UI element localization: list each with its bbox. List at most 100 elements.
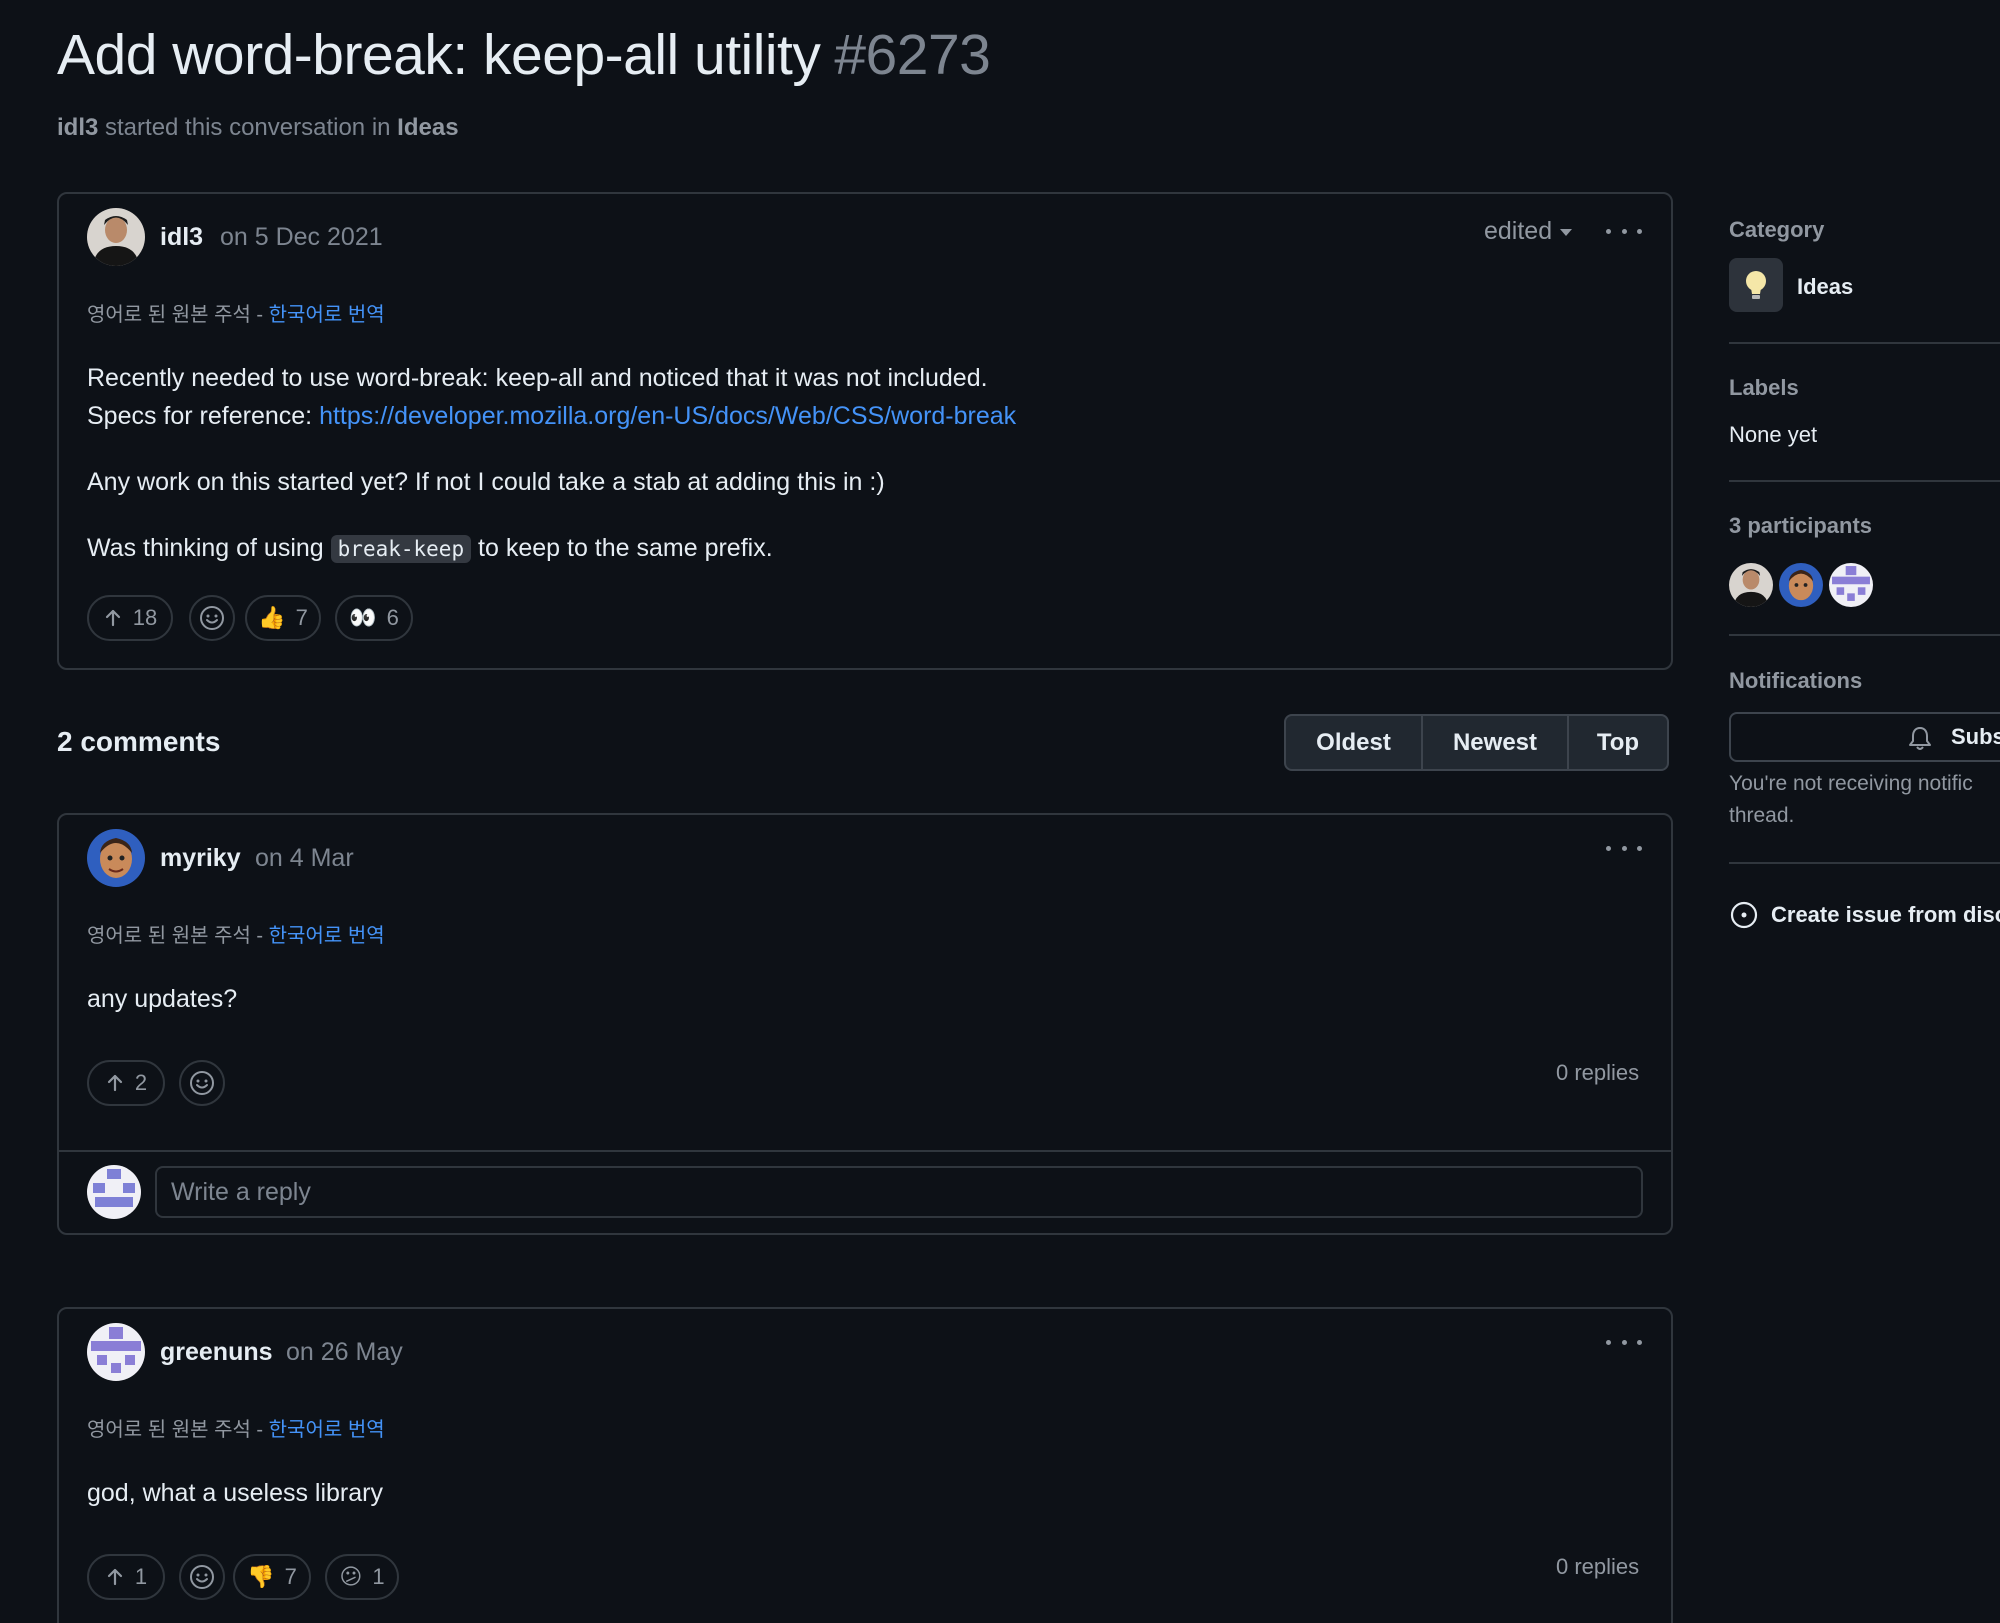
specs-label: Specs for reference: — [87, 402, 313, 430]
smiley-icon — [190, 1071, 214, 1095]
participant-avatar-idl3[interactable] — [1729, 563, 1773, 607]
sidebar-divider — [1729, 862, 2000, 864]
add-reaction-button[interactable] — [179, 1060, 225, 1106]
post-line-2: Specs for reference: https://developer.m… — [87, 397, 1016, 435]
sidebar-divider — [1729, 480, 2000, 482]
sort-top[interactable]: Top — [1567, 716, 1667, 769]
reaction-thumbs-up[interactable]: 👍 7 — [245, 595, 321, 641]
arrow-up-icon — [105, 609, 120, 627]
sort-segmented-control: Oldest Newest Top — [1284, 714, 1669, 771]
notif-text-line-1: You're not receiving notific — [1729, 772, 1973, 795]
comment-date[interactable]: on 26 May — [286, 1338, 403, 1367]
thumbs-up-emoji-icon: 👍 — [258, 605, 286, 630]
notification-status-text: You're not receiving notific thread. — [1729, 768, 1973, 832]
translate-link[interactable]: 한국어로 번역 — [269, 925, 385, 947]
reaction-confused[interactable]: 😕 1 — [325, 1554, 399, 1600]
participant-avatar-greenuns[interactable] — [1829, 563, 1873, 607]
post-line-1: Recently needed to use word-break: keep-… — [87, 364, 988, 392]
discussion-title: Add word-break: keep-all utility #6273 — [57, 22, 991, 88]
upvote-button[interactable]: 1 — [87, 1554, 165, 1600]
upvote-count: 2 — [134, 1070, 148, 1095]
current-user-avatar — [87, 1165, 141, 1219]
translation-line: 영어로 된 원본 주석 - 한국어로 번역 — [87, 919, 385, 948]
reaction-count: 1 — [372, 1564, 385, 1589]
subscribe-label: Subs — [1951, 724, 2000, 749]
specs-link[interactable]: https://developer.mozilla.org/en-US/docs… — [319, 402, 1016, 430]
sort-oldest[interactable]: Oldest — [1286, 716, 1421, 769]
comment-author[interactable]: greenuns — [160, 1338, 273, 1367]
line4-suffix: to keep to the same prefix. — [478, 534, 773, 562]
replies-count[interactable]: 0 replies — [1556, 1554, 1639, 1580]
reaction-thumbs-down[interactable]: 👎 7 — [233, 1554, 311, 1600]
add-reaction-button[interactable] — [189, 595, 235, 641]
reaction-count: 6 — [386, 605, 399, 630]
author-avatar-myriky[interactable] — [87, 829, 145, 887]
sidebar-participants-label: 3 participants — [1729, 513, 1873, 538]
eyes-emoji-icon: 👀 — [349, 605, 377, 630]
comment-date[interactable]: on 4 Mar — [255, 844, 354, 873]
more-options-icon[interactable] — [1606, 1328, 1642, 1356]
post-date[interactable]: on 5 Dec 2021 — [220, 223, 383, 252]
upvote-button[interactable]: 18 — [87, 595, 173, 641]
reaction-count: 7 — [284, 1564, 297, 1589]
post-line-3: Any work on this started yet? If not I c… — [87, 468, 885, 496]
sidebar-divider — [1729, 634, 2000, 636]
notif-text-line-2: thread. — [1729, 804, 1795, 827]
reply-bar: Write a reply — [59, 1150, 1671, 1233]
translation-line: 영어로 된 원본 주석 - 한국어로 번역 — [87, 298, 385, 327]
line4-prefix: Was thinking of using — [87, 534, 324, 562]
create-issue-label: Create issue from disc — [1771, 902, 2000, 927]
smiley-icon — [190, 1565, 214, 1589]
more-options-icon[interactable] — [1606, 834, 1642, 862]
subtitle-text: started this conversation in — [105, 114, 391, 141]
bell-icon — [1909, 727, 1931, 750]
sidebar-notifications-label: Notifications — [1729, 668, 1863, 693]
reaction-eyes[interactable]: 👀 6 — [335, 595, 413, 641]
subtitle-author-link[interactable]: idl3 — [57, 114, 98, 141]
upvote-count: 1 — [134, 1564, 148, 1589]
participant-avatar-myriky[interactable] — [1779, 563, 1823, 607]
subtitle-category-link[interactable]: Ideas — [397, 114, 458, 141]
thumbs-down-emoji-icon: 👎 — [247, 1564, 275, 1589]
upvote-count: 18 — [132, 605, 158, 630]
author-avatar-idl3[interactable] — [87, 208, 145, 266]
translation-prefix: 영어로 된 원본 주석 - — [87, 1419, 264, 1441]
issue-opened-icon — [1730, 901, 1758, 929]
translation-line: 영어로 된 원본 주석 - 한국어로 번역 — [87, 1413, 385, 1442]
translation-prefix: 영어로 된 원본 주석 - — [87, 304, 264, 326]
sort-newest[interactable]: Newest — [1421, 716, 1567, 769]
upvote-button[interactable]: 2 — [87, 1060, 165, 1106]
add-reaction-button[interactable] — [179, 1554, 225, 1600]
sidebar-labels-value: None yet — [1729, 422, 1818, 447]
translation-prefix: 영어로 된 원본 주석 - — [87, 925, 264, 947]
caret-down-icon — [1560, 228, 1573, 236]
replies-count[interactable]: 0 replies — [1556, 1060, 1639, 1086]
reply-input[interactable]: Write a reply — [155, 1166, 1643, 1218]
author-avatar-greenuns[interactable] — [87, 1323, 145, 1381]
more-options-icon[interactable] — [1606, 217, 1642, 245]
smiley-icon — [200, 606, 224, 630]
comment-author[interactable]: myriky — [160, 844, 241, 873]
edited-label: edited — [1484, 217, 1553, 245]
discussion-number: #6273 — [834, 23, 991, 87]
original-post: idl3 on 5 Dec 2021 edited 영어로 된 원본 주석 - … — [57, 192, 1673, 670]
lightbulb-icon — [1729, 258, 1783, 312]
confused-emoji-icon: 😕 — [339, 1564, 363, 1589]
post-author[interactable]: idl3 — [160, 223, 203, 252]
sidebar-category-value[interactable]: Ideas — [1797, 274, 1853, 300]
post-line-4: Was thinking of using break-keep to keep… — [87, 529, 1016, 568]
arrow-up-icon — [107, 1074, 122, 1092]
discussion-subtitle: idl3 started this conversation in Ideas — [57, 114, 459, 142]
translate-link[interactable]: 한국어로 번역 — [269, 304, 385, 326]
post-body: Recently needed to use word-break: keep-… — [87, 359, 1016, 568]
arrow-up-icon — [107, 1568, 122, 1586]
comment-card: greenuns on 26 May 영어로 된 원본 주석 - 한국어로 번역… — [57, 1307, 1673, 1623]
edited-dropdown[interactable]: edited — [1484, 217, 1573, 246]
comment-card: myriky on 4 Mar 영어로 된 원본 주석 - 한국어로 번역 an… — [57, 813, 1673, 1235]
sidebar-labels-label: Labels — [1729, 375, 1799, 400]
reaction-count: 7 — [295, 605, 308, 630]
translate-link[interactable]: 한국어로 번역 — [269, 1419, 385, 1441]
comment-body: any updates? — [87, 985, 238, 1013]
subscribe-button[interactable]: Subs — [1729, 712, 2000, 762]
title-text: Add word-break: keep-all utility — [57, 23, 821, 87]
